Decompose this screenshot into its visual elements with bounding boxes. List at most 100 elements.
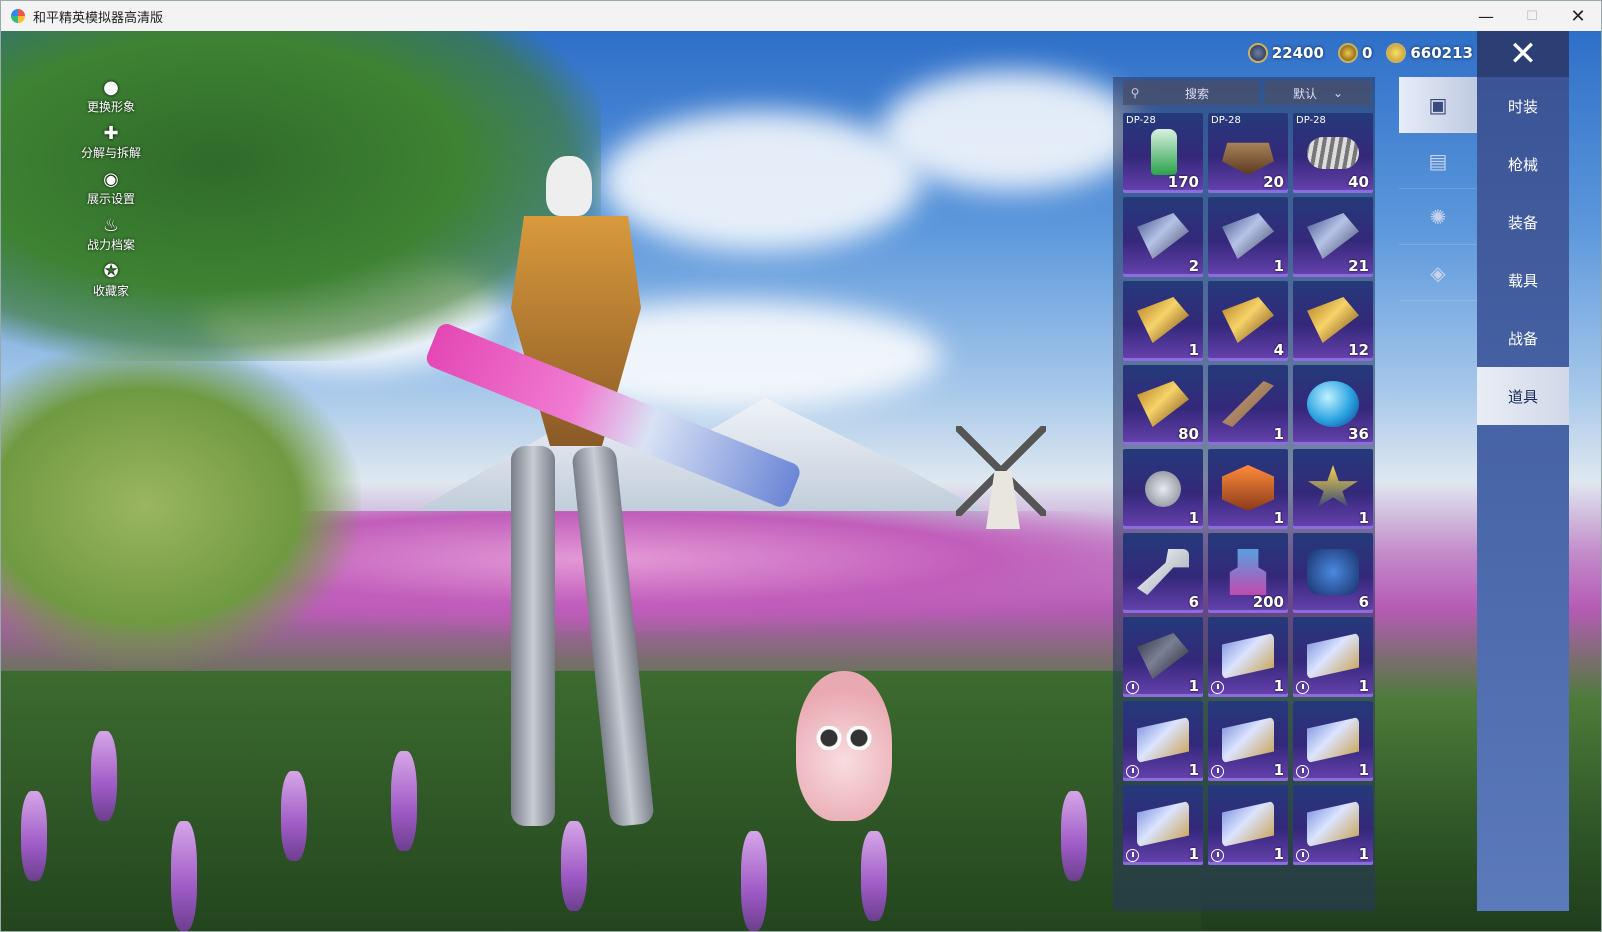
inventory-item[interactable]: 1	[1208, 785, 1288, 865]
inventory-item[interactable]: 2	[1123, 197, 1203, 277]
item-count: 1	[1358, 761, 1369, 779]
item-count: 1	[1188, 341, 1199, 359]
item-count: 1	[1273, 257, 1284, 275]
inventory-item[interactable]: DP-28 170	[1123, 113, 1203, 193]
clock-icon	[1126, 681, 1139, 694]
menu-label: 战力档案	[86, 238, 135, 252]
thumbs-coin-icon	[1145, 471, 1181, 507]
minimize-button[interactable]: —	[1463, 1, 1509, 31]
item-count: 1	[1273, 845, 1284, 863]
menu-label: 分解与拆解	[80, 146, 141, 160]
sort-dropdown[interactable]: 默认 ⌄	[1265, 81, 1371, 105]
subtab-column: ▣ ▤ ✺ ◈	[1399, 77, 1477, 301]
menu-collector[interactable]: ✪ 收藏家	[71, 260, 151, 306]
star-badge-icon	[1308, 465, 1358, 507]
menu-display-settings[interactable]: ◉ 展示设置	[71, 168, 151, 214]
bush	[1, 341, 361, 671]
pet-companion[interactable]	[796, 671, 892, 821]
currency-gold-triangle[interactable]: 0	[1337, 43, 1372, 63]
inventory-item[interactable]: 1	[1123, 449, 1203, 529]
inventory-item[interactable]: 1	[1208, 197, 1288, 277]
item-count: 1	[1188, 509, 1199, 527]
inventory-item[interactable]: 12	[1293, 281, 1373, 361]
spray-can-icon	[1151, 129, 1177, 175]
inventory-item[interactable]: DP-28 40	[1293, 113, 1373, 193]
currency-silver[interactable]: 22400	[1247, 43, 1324, 63]
inventory-item[interactable]: 1	[1123, 701, 1203, 781]
character-leg	[571, 444, 655, 828]
category-vehicles[interactable]: 载具	[1477, 251, 1569, 309]
tab-chest[interactable]: ▤	[1399, 133, 1477, 189]
ticket-icon	[1137, 717, 1189, 763]
inventory-item[interactable]: 80	[1123, 365, 1203, 445]
item-count: 1	[1273, 677, 1284, 695]
item-count: 80	[1178, 425, 1199, 443]
ticket-icon	[1222, 801, 1274, 847]
inventory-item[interactable]: 1	[1208, 449, 1288, 529]
item-count: 6	[1358, 593, 1369, 611]
inventory-item[interactable]: 1	[1123, 281, 1203, 361]
menu-change-avatar[interactable]: ● 更换形象	[71, 76, 151, 122]
inventory-item[interactable]: 1	[1293, 701, 1373, 781]
character-leg	[511, 446, 555, 826]
inventory-item[interactable]: 1	[1123, 617, 1203, 697]
menu-combat-record[interactable]: ♨ 战力档案	[71, 214, 151, 260]
character-helmet	[546, 156, 592, 216]
ticket-icon	[1137, 801, 1189, 847]
tab-firework[interactable]: ✺	[1399, 189, 1477, 245]
search-input[interactable]: ⚲ 搜索	[1123, 81, 1259, 105]
player-character[interactable]	[471, 156, 711, 836]
tab-card[interactable]: ▣	[1399, 77, 1477, 133]
item-tag: DP-28	[1296, 115, 1326, 126]
inventory-item[interactable]: 36	[1293, 365, 1373, 445]
item-count: 2	[1188, 257, 1199, 275]
inventory-item[interactable]: DP-28 20	[1208, 113, 1288, 193]
clock-icon	[1126, 849, 1139, 862]
sort-selected: 默认	[1292, 86, 1317, 101]
gold-coin-icon	[1386, 43, 1407, 63]
pet-eyes	[814, 726, 874, 750]
inventory-item[interactable]: 1	[1293, 617, 1373, 697]
app-window: 和平精英模拟器高清版 — ☐ ✕ ● 更换形象 ✚ 分解与拆解 ◉ 展示设置 ♨…	[0, 0, 1602, 932]
inventory-item[interactable]: 1	[1293, 785, 1373, 865]
inventory-item[interactable]: 4	[1208, 281, 1288, 361]
item-count: 170	[1167, 173, 1199, 191]
category-fashion[interactable]: 时装	[1477, 77, 1569, 135]
inventory-item[interactable]: 6	[1123, 533, 1203, 613]
item-count: 1	[1273, 761, 1284, 779]
inventory-item[interactable]: 1	[1208, 701, 1288, 781]
clock-icon	[1296, 681, 1309, 694]
maximize-button[interactable]: ☐	[1509, 1, 1555, 31]
ticket-icon	[1307, 717, 1359, 763]
item-grid: DP-28 170 DP-28 20 DP-28 40 2 1 21 1 4 12 80 1 36 1 1 1 6 2…	[1123, 113, 1375, 865]
gold-card-1day-x1.5-icon	[1137, 297, 1189, 343]
tab-ticket[interactable]: ◈	[1399, 245, 1477, 301]
category-firearms[interactable]: 枪械	[1477, 135, 1569, 193]
item-tag: DP-28	[1126, 115, 1156, 126]
menu-decompose[interactable]: ✚ 分解与拆解	[71, 122, 151, 168]
window-close-button[interactable]: ✕	[1555, 1, 1601, 31]
inventory-item[interactable]: 1	[1123, 785, 1203, 865]
menu-label: 展示设置	[86, 192, 135, 206]
currency-gold[interactable]: 660213	[1386, 43, 1473, 63]
inventory-item[interactable]: 1	[1293, 449, 1373, 529]
inventory-item[interactable]: 6	[1293, 533, 1373, 613]
category-equipment[interactable]: 装备	[1477, 193, 1569, 251]
category-props[interactable]: 道具	[1477, 367, 1569, 425]
item-count: 36	[1348, 425, 1369, 443]
close-icon[interactable]: ✕	[1477, 31, 1569, 77]
game-viewport[interactable]: ● 更换形象 ✚ 分解与拆解 ◉ 展示设置 ♨ 战力档案 ✪ 收藏家 22400…	[1, 31, 1601, 931]
category-combat-prep[interactable]: 战备	[1477, 309, 1569, 367]
inventory-item[interactable]: 1	[1208, 365, 1288, 445]
inventory-item[interactable]: 21	[1293, 197, 1373, 277]
ticket-icon	[1222, 717, 1274, 763]
inventory-item[interactable]: 200	[1208, 533, 1288, 613]
lupin-flower	[21, 791, 47, 881]
gold-triangle-coin-icon	[1337, 43, 1358, 63]
gold-card-2hour-x2-icon	[1137, 381, 1189, 427]
item-count: 1	[1273, 425, 1284, 443]
inventory-item[interactable]: 1	[1208, 617, 1288, 697]
clock-icon	[1296, 765, 1309, 778]
app-logo-icon	[11, 9, 25, 23]
firework-icon: ✺	[1429, 204, 1447, 229]
